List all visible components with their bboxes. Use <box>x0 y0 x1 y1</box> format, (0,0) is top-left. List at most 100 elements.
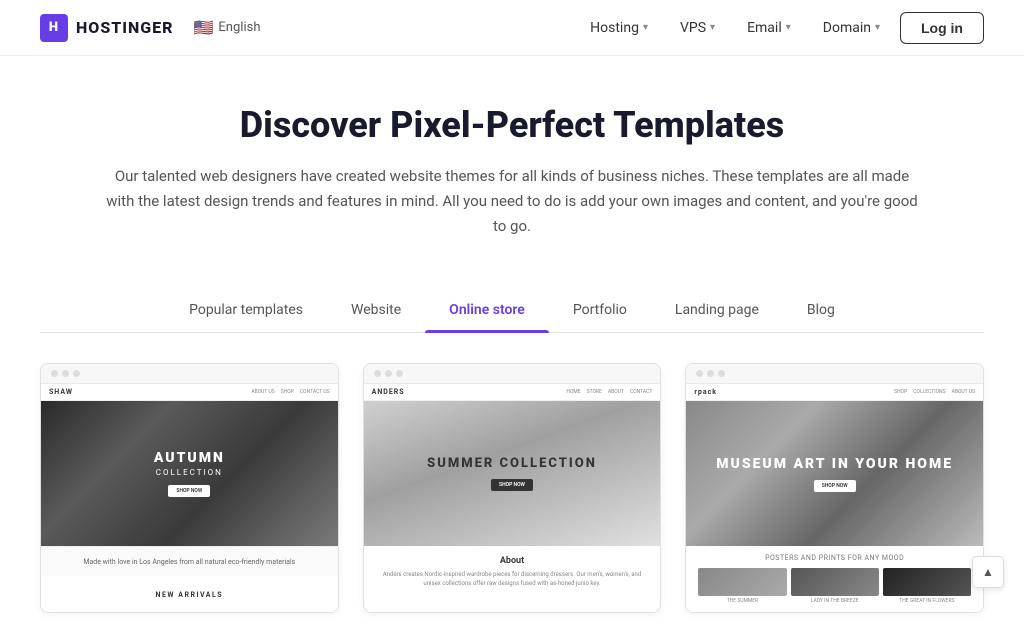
language-label: English <box>218 20 260 35</box>
chevron-down-icon: ▾ <box>643 22 648 33</box>
tab-popular-templates[interactable]: Popular templates <box>165 292 327 332</box>
logo-text: HOSTINGER <box>76 18 174 37</box>
navbar-right: Hosting ▾ VPS ▾ Email ▾ Domain ▾ Log in <box>578 12 984 44</box>
card-mini-links: ABOUT US SHOP CONTACT US <box>251 389 329 395</box>
browser-dot-2 <box>707 370 714 377</box>
hero-subtitle: Our talented web designers have created … <box>102 164 922 238</box>
card-hero-text-summer: Summer Collection SHOP NOW <box>427 456 597 491</box>
mini-link-4: CONTACT <box>630 389 652 395</box>
summer-cta: SHOP NOW <box>491 479 533 491</box>
nav-email[interactable]: Email ▾ <box>735 14 803 42</box>
browser-dot-1 <box>51 370 58 377</box>
print-label-1: THE SUMMER <box>698 598 786 604</box>
card-prints-section: POSTERS AND PRINTS FOR ANY MOOD THE SUMM… <box>686 546 983 612</box>
flag-icon: 🇺🇸 <box>194 18 214 37</box>
mini-link-2: STORE <box>587 389 602 395</box>
browser-bar <box>686 364 983 384</box>
autumn-body-text: Made with love in Los Angeles from all n… <box>53 557 326 568</box>
card-autumn-footer: NEW ARRIVALS <box>41 576 338 609</box>
tab-website[interactable]: Website <box>327 292 425 332</box>
nav-hosting[interactable]: Hosting ▾ <box>578 14 660 42</box>
card-hero-image-summer: Summer Collection SHOP NOW <box>364 401 661 546</box>
card-museum[interactable]: rpack SHOP COLLECTIONS ABOUT US MUSEUM A… <box>685 363 984 613</box>
card-about-section: About Anders creates Nordic-inspired war… <box>364 546 661 598</box>
autumn-subtitle: COLLECTION <box>154 468 225 477</box>
card-mini-logo: rpack <box>694 388 717 396</box>
print-thumb-3 <box>883 568 971 596</box>
language-selector[interactable]: 🇺🇸 English <box>194 18 261 37</box>
mini-link-1: ABOUT US <box>251 389 274 395</box>
mini-link-3: ABOUT US <box>952 389 975 395</box>
print-label-3: THE GREAT IN FLOWERS <box>883 598 971 604</box>
about-text: Anders creates Nordic-inspired wardrobe … <box>378 570 647 588</box>
autumn-footer-label: NEW ARRIVALS <box>156 591 224 599</box>
print-item-1: THE SUMMER <box>698 568 786 604</box>
card-hero-image-autumn: AUTUMN COLLECTION SHOP NOW <box>41 401 338 546</box>
print-thumb-1 <box>698 568 786 596</box>
nav-vps-label: VPS <box>680 20 706 36</box>
card-autumn[interactable]: SHAW ABOUT US SHOP CONTACT US AUTUMN COL… <box>40 363 339 613</box>
autumn-title: AUTUMN <box>154 450 225 466</box>
summer-title: Summer Collection <box>427 456 597 471</box>
museum-title: MUSEUM ART IN YOUR HOME <box>716 456 953 472</box>
card-hero-text-museum: MUSEUM ART IN YOUR HOME SHOP NOW <box>716 456 953 492</box>
browser-dot-1 <box>696 370 703 377</box>
tabs-container: Popular templates Website Online store P… <box>40 268 984 333</box>
autumn-cta: SHOP NOW <box>168 485 210 497</box>
mini-link-1: SHOP <box>894 389 907 395</box>
browser-dot-2 <box>62 370 69 377</box>
mini-link-1: HOME <box>566 389 580 395</box>
chevron-down-icon: ▾ <box>875 22 880 33</box>
card-mini-nav: ANDERS HOME STORE ABOUT CONTACT <box>364 384 661 401</box>
navbar-left: H HOSTINGER 🇺🇸 English <box>40 14 260 42</box>
mini-link-2: COLLECTIONS <box>913 389 945 395</box>
tab-landing-page[interactable]: Landing page <box>651 292 783 332</box>
browser-dot-1 <box>374 370 381 377</box>
logo[interactable]: H HOSTINGER <box>40 14 174 42</box>
mini-link-3: CONTACT US <box>300 389 330 395</box>
museum-cta: SHOP NOW <box>814 480 856 492</box>
card-autumn-body: Made with love in Los Angeles from all n… <box>41 546 338 576</box>
browser-dot-3 <box>396 370 403 377</box>
card-mini-logo: ANDERS <box>372 388 405 396</box>
nav-email-label: Email <box>747 20 782 36</box>
card-mini-nav: rpack SHOP COLLECTIONS ABOUT US <box>686 384 983 401</box>
cards-grid: SHAW ABOUT US SHOP CONTACT US AUTUMN COL… <box>0 333 1024 633</box>
nav-domain[interactable]: Domain ▾ <box>811 14 892 42</box>
browser-bar <box>364 364 661 384</box>
print-thumb-2 <box>791 568 879 596</box>
card-mini-links: SHOP COLLECTIONS ABOUT US <box>894 389 975 395</box>
tab-portfolio[interactable]: Portfolio <box>549 292 651 332</box>
logo-icon: H <box>40 14 68 42</box>
card-mini-links: HOME STORE ABOUT CONTACT <box>566 389 652 395</box>
navbar: H HOSTINGER 🇺🇸 English Hosting ▾ VPS ▾ E… <box>0 0 1024 56</box>
browser-dot-3 <box>718 370 725 377</box>
print-item-3: THE GREAT IN FLOWERS <box>883 568 971 604</box>
card-mini-logo: SHAW <box>49 388 73 396</box>
chevron-down-icon: ▾ <box>786 22 791 33</box>
card-mini-nav: SHAW ABOUT US SHOP CONTACT US <box>41 384 338 401</box>
chevron-down-icon: ▾ <box>710 22 715 33</box>
about-title: About <box>378 556 647 566</box>
card-summer[interactable]: ANDERS HOME STORE ABOUT CONTACT Summer C… <box>363 363 662 613</box>
browser-dot-3 <box>73 370 80 377</box>
scroll-up-button[interactable]: ▲ <box>972 556 1004 588</box>
print-item-2: LADY IN THE BREEZE <box>791 568 879 604</box>
tab-online-store[interactable]: Online store <box>425 292 549 332</box>
card-hero-text-autumn: AUTUMN COLLECTION SHOP NOW <box>154 450 225 497</box>
prints-grid: THE SUMMER LADY IN THE BREEZE THE GREAT … <box>698 568 971 604</box>
prints-title: POSTERS AND PRINTS FOR ANY MOOD <box>698 554 971 562</box>
hero-section: Discover Pixel-Perfect Templates Our tal… <box>62 56 962 268</box>
nav-domain-label: Domain <box>823 20 871 36</box>
card-hero-image-museum: MUSEUM ART IN YOUR HOME SHOP NOW <box>686 401 983 546</box>
mini-link-3: ABOUT <box>608 389 624 395</box>
browser-bar <box>41 364 338 384</box>
hero-title: Discover Pixel-Perfect Templates <box>82 104 942 146</box>
login-button[interactable]: Log in <box>900 12 984 44</box>
mini-link-2: SHOP <box>281 389 294 395</box>
browser-dot-2 <box>385 370 392 377</box>
nav-hosting-label: Hosting <box>590 20 639 36</box>
tab-blog[interactable]: Blog <box>783 292 859 332</box>
print-label-2: LADY IN THE BREEZE <box>791 598 879 604</box>
nav-vps[interactable]: VPS ▾ <box>668 14 727 42</box>
